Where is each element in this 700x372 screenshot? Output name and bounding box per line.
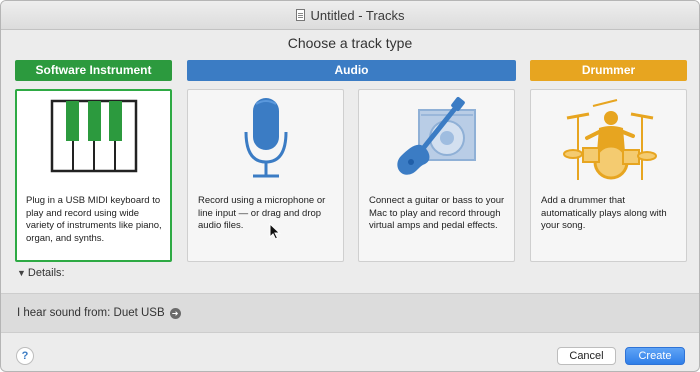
audio-output-row: I hear sound from: Duet USB ➜ xyxy=(17,307,181,319)
piano-keyboard-icon xyxy=(17,97,170,193)
help-button[interactable]: ? xyxy=(16,347,34,365)
audio-output-label: I hear sound from: Duet USB xyxy=(17,307,165,319)
new-track-dialog: Untitled - Tracks Choose a track type So… xyxy=(0,0,700,372)
mouse-cursor-icon xyxy=(269,223,281,240)
software-instrument-header: Software Instrument xyxy=(15,60,172,81)
title-bar: Untitled - Tracks xyxy=(1,1,699,30)
details-label: Details: xyxy=(27,267,65,279)
audio-microphone-card[interactable]: Record using a microphone or line input … xyxy=(187,89,344,262)
guitar-amp-icon xyxy=(359,96,514,192)
disclosure-triangle-icon: ▼ xyxy=(17,268,26,278)
audio-header: Audio xyxy=(187,60,516,81)
drummer-header: Drummer xyxy=(530,60,687,81)
document-icon xyxy=(295,9,305,21)
card-description: Connect a guitar or bass to your Mac to … xyxy=(369,195,505,231)
create-button[interactable]: Create xyxy=(625,347,685,365)
arrow-right-icon[interactable]: ➜ xyxy=(169,307,181,319)
details-disclosure[interactable]: ▼ Details: xyxy=(17,267,65,279)
card-description: Plug in a USB MIDI keyboard to play and … xyxy=(26,195,162,244)
cancel-button[interactable]: Cancel xyxy=(557,347,616,365)
details-panel: I hear sound from: Duet USB ➜ xyxy=(1,293,699,333)
drummer-card[interactable]: Add a drummer that automatically plays a… xyxy=(530,89,687,262)
software-instrument-card[interactable]: Plug in a USB MIDI keyboard to play and … xyxy=(15,89,172,262)
audio-guitar-card[interactable]: Connect a guitar or bass to your Mac to … xyxy=(358,89,515,262)
microphone-icon xyxy=(188,96,343,192)
window-title: Untitled - Tracks xyxy=(310,7,405,23)
card-description: Add a drummer that automatically plays a… xyxy=(541,195,667,231)
dialog-header: Choose a track type xyxy=(287,35,413,51)
card-description: Record using a microphone or line input … xyxy=(198,195,326,231)
drummer-icon xyxy=(531,96,686,192)
